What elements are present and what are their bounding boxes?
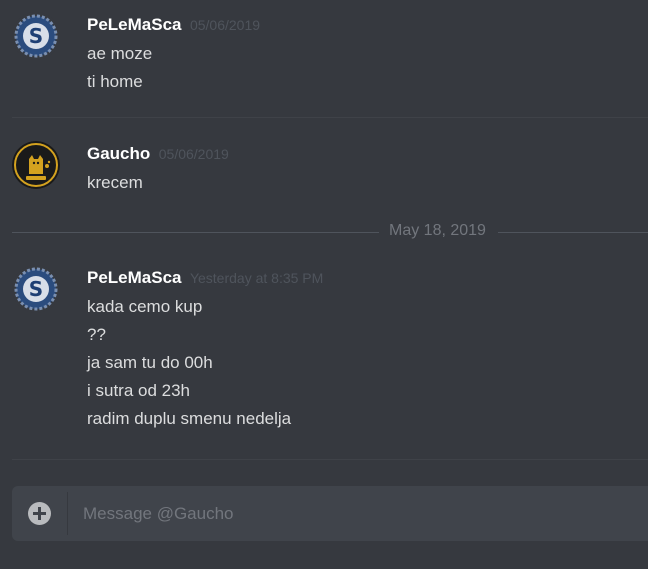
username[interactable]: Gaucho [87,144,150,163]
message-text: i sutra od 23h [87,381,191,400]
avatar[interactable] [12,141,60,189]
username[interactable]: PeLeMaSca [87,15,182,34]
avatar[interactable]: S [12,265,60,313]
message-input[interactable] [81,494,645,534]
message-text: ?? [87,325,106,344]
sharks-logo-icon: S [12,12,60,60]
date-divider: May 18, 2019 [12,222,648,242]
chat-messages-pane: S PeLeMaSca 05/06/2019 ae moze ti home G… [0,0,648,569]
date-divider-label: May 18, 2019 [389,222,486,239]
message-text: ti home [87,72,143,91]
composer-separator [67,492,68,535]
svg-text:S: S [29,24,43,48]
message-text: krecem [87,173,143,192]
sharks-logo-icon: S [12,265,60,313]
avatar[interactable]: S [12,12,60,60]
attach-button[interactable] [28,502,51,525]
message-text: kada cemo kup [87,297,203,316]
date-divider-rule [498,232,648,233]
message-timestamp: 05/06/2019 [158,146,229,162]
message-timestamp: Yesterday at 8:35 PM [189,270,324,286]
message-group-divider [12,459,648,460]
cat-logo-icon [12,141,60,189]
message-text: ja sam tu do 00h [87,353,213,372]
date-divider-rule [12,232,379,233]
message-timestamp: 05/06/2019 [189,17,261,33]
svg-text:S: S [29,277,43,301]
message-text: radim duplu smenu nedelja [87,409,292,428]
message-text: ae moze [87,44,153,63]
message-composer [12,486,648,541]
username[interactable]: PeLeMaSca [87,268,182,287]
message-group-divider [12,117,648,118]
